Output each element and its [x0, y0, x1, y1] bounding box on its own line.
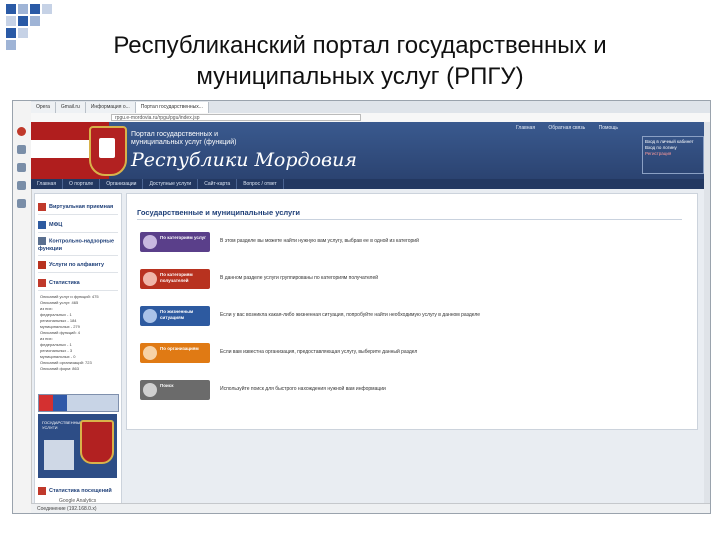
alphabet-icon: [38, 260, 46, 269]
mfc-icon: [38, 220, 46, 229]
service-description: В этом разделе вы можете найти нужную ва…: [220, 238, 419, 244]
site-header: Портал государственных и муниципальных у…: [31, 122, 710, 179]
gosuslugi-banner[interactable]: [38, 394, 119, 412]
history-icon[interactable]: [17, 199, 26, 208]
search-icon: [143, 383, 157, 397]
main-content: Государственные и муниципальные услуги П…: [126, 193, 698, 430]
browser-tab[interactable]: Opera: [31, 101, 56, 113]
decor-square: [30, 4, 40, 14]
service-row: По организациям Если вам известна органи…: [140, 343, 685, 363]
sidebar-item-label: Статистика посещений: [49, 488, 112, 494]
service-button-recipients[interactable]: По категориям получателей: [140, 269, 210, 289]
service-button-label: По жизненным ситуациям: [160, 309, 194, 320]
decor-square: [6, 16, 16, 26]
browser-tab[interactable]: Информация о...: [85, 101, 136, 113]
decor-square: [6, 4, 16, 14]
nav-item[interactable]: Сайт-карта: [198, 179, 238, 189]
service-button-label: По организациям: [160, 346, 199, 351]
banner-text: ГОСУДАРСТВЕННЫЕ УСЛУГИ: [42, 420, 83, 430]
categories-icon: [143, 235, 157, 249]
nav-item[interactable]: О портале: [63, 179, 101, 189]
nav-item[interactable]: Главная: [31, 179, 64, 189]
nav-item[interactable]: Организации: [100, 179, 144, 189]
bookmarks-icon[interactable]: [17, 145, 26, 154]
slide-title-line2: муниципальных услуг (РПГУ): [196, 63, 524, 90]
decor-square: [6, 40, 16, 50]
statistics-list: Описаний услуг и функций: 475 Описаний у…: [40, 294, 118, 372]
browser-screenshot: Opera Gmail.ru Информация о... Портал го…: [12, 100, 711, 514]
organizations-icon: [143, 346, 157, 360]
sidebar-item-mfc[interactable]: МФЦ: [38, 218, 118, 233]
statistics-icon: [38, 486, 46, 495]
service-button-label: По категориям услуг: [160, 235, 207, 240]
page-scrollbar[interactable]: [704, 122, 710, 503]
reception-icon: [38, 202, 46, 211]
notes-icon[interactable]: [17, 163, 26, 172]
login-box: Вход в личный кабинет Вход по логину Рег…: [642, 136, 704, 174]
divider: [137, 219, 682, 220]
decor-square: [42, 4, 52, 14]
sidebar-item-label: Статистика: [49, 280, 80, 286]
service-button-label: Поиск: [160, 383, 174, 388]
header-subtitle: Портал государственных и муниципальных у…: [131, 131, 237, 146]
top-navigation: Главная О портале Организации Доступные …: [31, 179, 710, 189]
browser-tab[interactable]: Gmail.ru: [55, 101, 86, 113]
service-description: Если вам известна организация, предостав…: [220, 349, 418, 355]
register-link[interactable]: Регистрация: [645, 151, 701, 157]
sidebar-item-control[interactable]: Контрольно-надзорные функции: [38, 236, 118, 256]
header-link-home[interactable]: Главная: [516, 125, 535, 131]
service-button-search[interactable]: Поиск: [140, 380, 210, 400]
sidebar-item-statistics[interactable]: Статистика: [38, 276, 118, 291]
url-input[interactable]: rpgu.e-mordovia.ru/rpgu/pgu/index.jsp: [111, 114, 361, 121]
slide-title: Республиканский портал государственных и…: [40, 30, 680, 92]
opera-icon[interactable]: [17, 127, 26, 136]
page-title: Государственные и муниципальные услуги: [137, 208, 300, 217]
service-row: Поиск Используйте поиск для быстрого нах…: [140, 380, 685, 400]
decor-square: [30, 16, 40, 26]
service-button-label: По категориям получателей: [160, 272, 193, 283]
statistics-icon: [38, 278, 46, 287]
sidebar-item-visits[interactable]: Статистика посещений: [38, 484, 118, 498]
stat-line: Описаний форм: 863: [40, 366, 79, 371]
browser-side-panel: [13, 101, 32, 513]
decor-square: [18, 4, 28, 14]
sidebar-item-label: Услуги по алфавиту: [49, 262, 105, 268]
service-description: В данном разделе услуги группированы по …: [220, 275, 379, 281]
coat-of-arms-icon: [89, 126, 127, 176]
nav-item[interactable]: Доступные услуги: [143, 179, 199, 189]
browser-tab-active[interactable]: Портал государственных...: [135, 101, 209, 113]
building-icon: [44, 440, 74, 470]
decor-square: [18, 28, 28, 38]
service-button-categories[interactable]: По категориям услуг: [140, 232, 210, 252]
coat-of-arms-icon: [80, 420, 114, 464]
sidebar-item-label: Контрольно-надзорные функции: [38, 238, 115, 253]
service-row: По категориям услуг В этом разделе вы мо…: [140, 232, 685, 252]
service-description: Если у вас возникла какая-либо жизненная…: [220, 312, 481, 318]
service-description: Используйте поиск для быстрого нахождени…: [220, 386, 386, 392]
service-row: По категориям получателей В данном разде…: [140, 269, 685, 289]
header-title: Республики Мордовия: [131, 149, 357, 171]
life-situations-icon: [143, 309, 157, 323]
service-row: По жизненным ситуациям Если у вас возник…: [140, 306, 685, 326]
service-button-organizations[interactable]: По организациям: [140, 343, 210, 363]
nav-item[interactable]: Вопрос / ответ: [237, 179, 284, 189]
decor-square: [6, 28, 16, 38]
recipients-icon: [143, 272, 157, 286]
left-sidebar: Виртуальная приемная МФЦ Контрольно-надз…: [34, 193, 122, 510]
decor-square: [18, 16, 28, 26]
slide-title-line1: Республиканский портал государственных и: [113, 32, 607, 59]
downloads-icon[interactable]: [17, 181, 26, 190]
header-links: Главная Обратная связь Помощь: [516, 125, 630, 131]
status-bar: Соединение (192.168.0.x): [31, 503, 710, 513]
header-link-feedback[interactable]: Обратная связь: [548, 125, 585, 131]
sidebar-item-reception[interactable]: Виртуальная приемная: [38, 200, 118, 215]
header-link-help[interactable]: Помощь: [599, 125, 618, 131]
control-icon: [38, 237, 46, 245]
republic-services-banner[interactable]: ГОСУДАРСТВЕННЫЕ УСЛУГИ: [38, 414, 117, 478]
sidebar-item-label: Виртуальная приемная: [49, 204, 114, 210]
sidebar-item-label: МФЦ: [49, 222, 63, 228]
sidebar-item-alphabet[interactable]: Услуги по алфавиту: [38, 258, 118, 273]
service-button-life-situations[interactable]: По жизненным ситуациям: [140, 306, 210, 326]
